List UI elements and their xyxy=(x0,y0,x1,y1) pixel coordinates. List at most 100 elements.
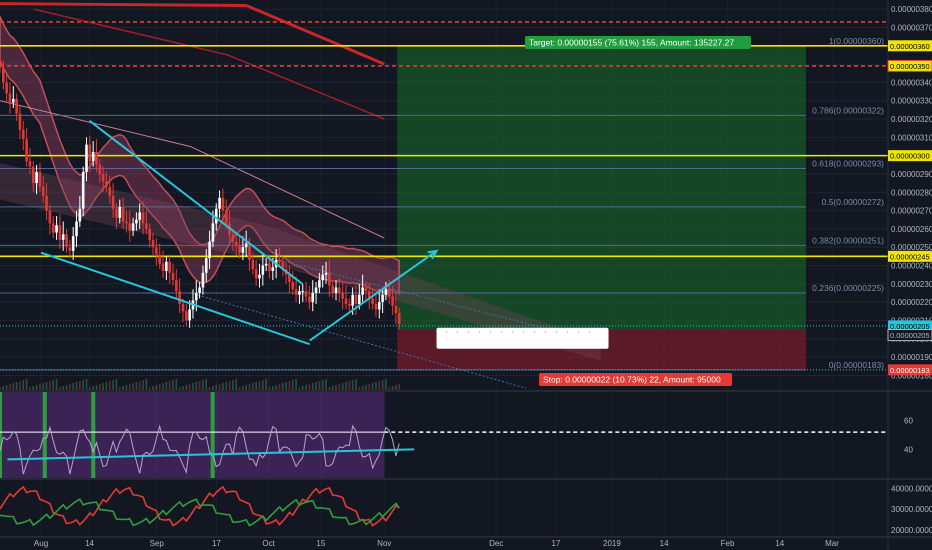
candle-body[interactable] xyxy=(338,287,341,293)
candle-body[interactable] xyxy=(105,181,108,187)
volume-axis[interactable]: 40000.0000 30000.0000 20000.0000 xyxy=(891,484,932,534)
candle-body[interactable] xyxy=(145,223,148,229)
candle-body[interactable] xyxy=(28,161,32,167)
candle-body[interactable] xyxy=(75,221,78,237)
candle-body[interactable] xyxy=(15,98,18,114)
candle-body[interactable] xyxy=(31,166,35,184)
price-tag[interactable]: 0.00000350 xyxy=(887,59,932,72)
candle-body[interactable] xyxy=(268,263,271,271)
candle-body[interactable] xyxy=(351,294,354,306)
candle-body[interactable] xyxy=(101,173,105,182)
candle-body[interactable] xyxy=(254,269,258,279)
candle-body[interactable] xyxy=(234,241,238,246)
candle-body[interactable] xyxy=(128,223,132,231)
candle-body[interactable] xyxy=(194,292,198,301)
price-tag[interactable]: 0.00000183 xyxy=(888,364,932,376)
candle-body[interactable] xyxy=(231,234,235,242)
candle-body[interactable] xyxy=(204,258,208,273)
candle-body[interactable] xyxy=(318,280,321,288)
candle-body[interactable] xyxy=(361,287,364,295)
candle-body[interactable] xyxy=(131,223,135,231)
candle-body[interactable] xyxy=(201,272,205,288)
price-tag[interactable]: 0.00000245 xyxy=(888,250,932,262)
candle-body[interactable] xyxy=(377,302,381,310)
candle-body[interactable] xyxy=(324,272,328,275)
candle-body[interactable] xyxy=(308,296,311,303)
candle-body[interactable] xyxy=(121,206,125,222)
candle-body[interactable] xyxy=(301,291,305,293)
candle-body[interactable] xyxy=(224,210,228,224)
candle-body[interactable] xyxy=(155,247,158,255)
candle-body[interactable] xyxy=(158,254,161,264)
candle-body[interactable] xyxy=(221,197,225,211)
candle-body[interactable] xyxy=(358,294,361,304)
candle-body[interactable] xyxy=(185,311,188,321)
candle-body[interactable] xyxy=(291,281,295,290)
candle-body[interactable] xyxy=(125,221,128,224)
candle-body[interactable] xyxy=(394,305,398,314)
candle-body[interactable] xyxy=(115,208,118,218)
candle-body[interactable] xyxy=(211,223,215,242)
candle-body[interactable] xyxy=(98,164,102,174)
price-tag[interactable]: 0.00000300 xyxy=(888,150,932,162)
candle-body[interactable] xyxy=(241,247,245,253)
price-tag[interactable]: 0.00000360 xyxy=(888,40,932,52)
candle-body[interactable] xyxy=(381,294,384,303)
candle-body[interactable] xyxy=(141,212,145,224)
candle-body[interactable] xyxy=(175,280,178,292)
candle-body[interactable] xyxy=(298,291,301,295)
candle-body[interactable] xyxy=(251,260,255,270)
candle-body[interactable] xyxy=(188,309,191,321)
target-banner[interactable]: Target: 0.00000155 (75.61%) 155, Amount:… xyxy=(525,36,751,49)
candle-body[interactable] xyxy=(51,223,55,233)
candle-body[interactable] xyxy=(0,60,2,68)
candle-body[interactable] xyxy=(374,303,378,310)
candle-body[interactable] xyxy=(58,225,62,240)
candle-body[interactable] xyxy=(5,82,8,94)
candle-body[interactable] xyxy=(248,243,251,260)
candle-body[interactable] xyxy=(21,130,25,140)
candle-body[interactable] xyxy=(171,272,175,281)
candle-body[interactable] xyxy=(18,113,22,130)
candle-body[interactable] xyxy=(148,228,152,240)
candle-body[interactable] xyxy=(391,296,394,306)
candle-body[interactable] xyxy=(138,212,142,220)
candle-body[interactable] xyxy=(161,263,165,271)
candle-body[interactable] xyxy=(328,272,331,286)
candle-body[interactable] xyxy=(68,247,72,251)
candle-body[interactable] xyxy=(108,186,112,196)
candle-body[interactable] xyxy=(38,172,42,187)
candle-body[interactable] xyxy=(354,294,358,304)
candle-body[interactable] xyxy=(364,287,368,292)
candle-body[interactable] xyxy=(278,260,281,262)
candle-body[interactable] xyxy=(238,245,241,253)
candle-body[interactable] xyxy=(348,303,351,306)
stop-banner[interactable]: Stop: 0.00000022 (10.73%) 22, Amount: 95… xyxy=(539,373,732,386)
candle-body[interactable] xyxy=(181,303,185,312)
candle-body[interactable] xyxy=(91,151,95,162)
candle-body[interactable] xyxy=(264,263,268,266)
candle-body[interactable] xyxy=(244,243,248,248)
candle-body[interactable] xyxy=(271,267,275,271)
candle-body[interactable] xyxy=(198,287,201,293)
candle-body[interactable] xyxy=(118,206,122,218)
candle-body[interactable] xyxy=(258,274,261,279)
candle-body[interactable] xyxy=(88,144,92,162)
candle-body[interactable] xyxy=(178,291,181,304)
candle-body[interactable] xyxy=(41,186,45,196)
candle-body[interactable] xyxy=(61,234,65,240)
candle-body[interactable] xyxy=(12,98,15,103)
candle-body[interactable] xyxy=(71,236,75,251)
candle-body[interactable] xyxy=(218,197,221,209)
candle-body[interactable] xyxy=(168,261,171,273)
candle-body[interactable] xyxy=(111,195,115,209)
candle-body[interactable] xyxy=(208,241,211,259)
candle-body[interactable] xyxy=(334,287,338,293)
position-box[interactable] xyxy=(436,327,609,349)
candle-body[interactable] xyxy=(341,292,344,299)
candle-body[interactable] xyxy=(55,225,58,233)
candle-body[interactable] xyxy=(2,67,5,83)
candle-body[interactable] xyxy=(261,265,265,275)
candle-body[interactable] xyxy=(85,144,88,173)
candle-body[interactable] xyxy=(321,274,325,281)
